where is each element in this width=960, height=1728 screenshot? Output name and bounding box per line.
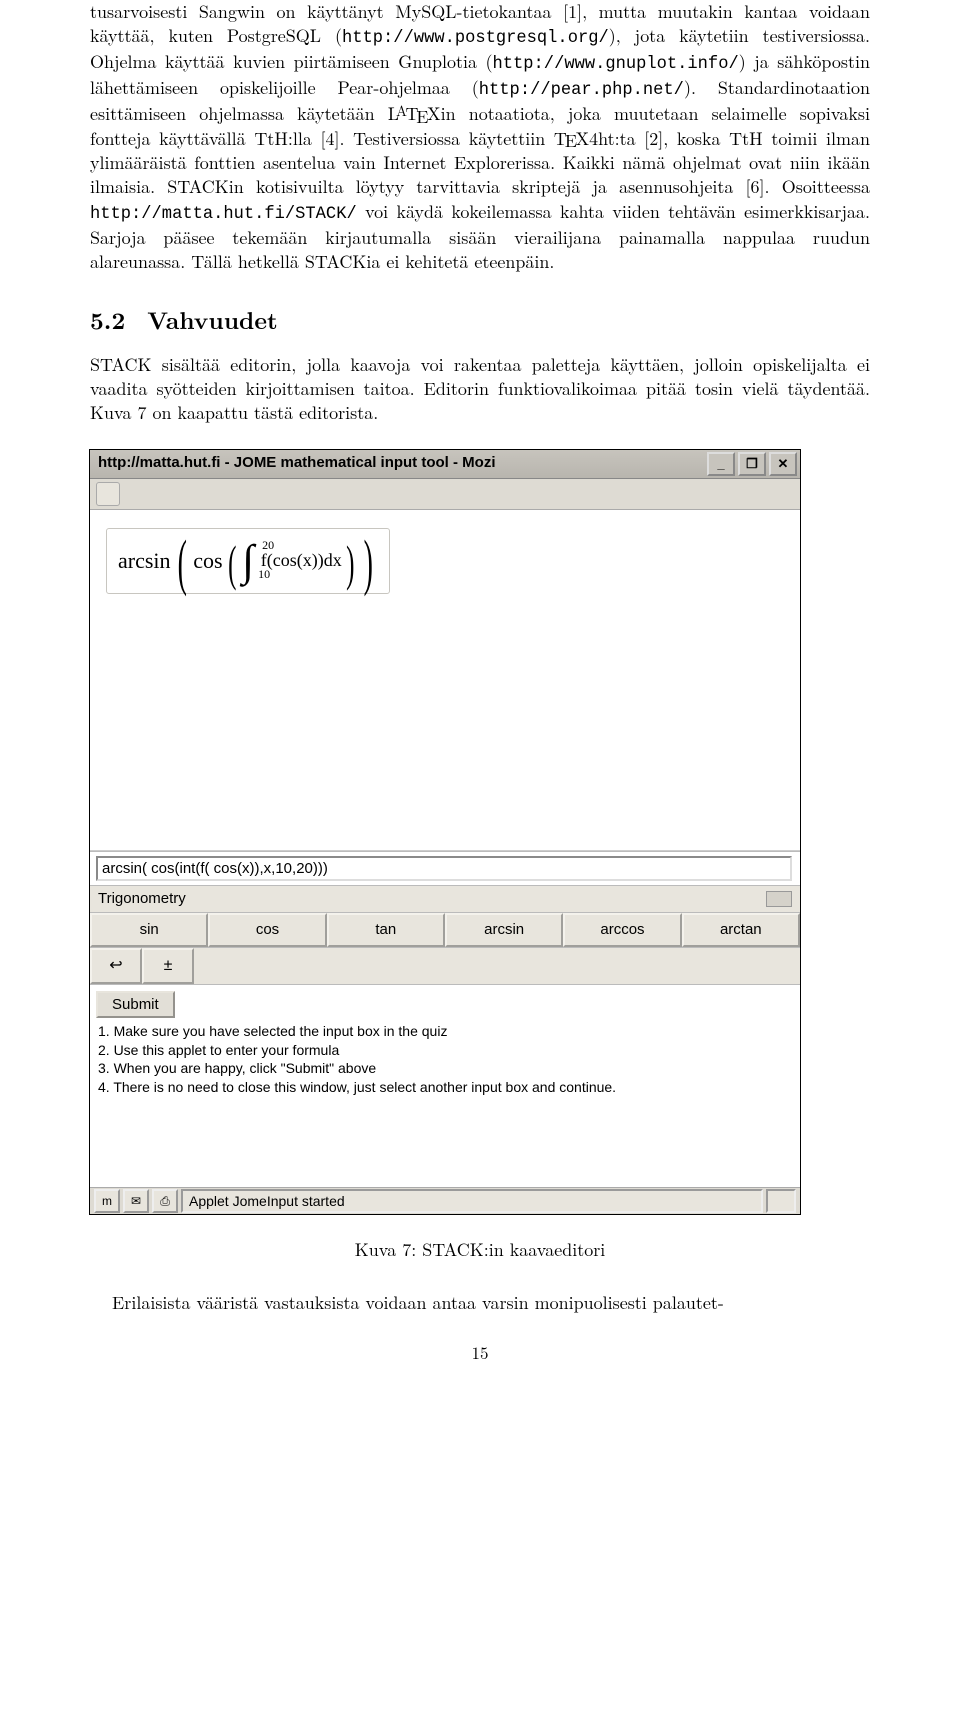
body-paragraph-2: STACK sisältää editorin, jolla kaavoja v…: [90, 353, 870, 426]
instructions: 1. Make sure you have selected the input…: [90, 1020, 800, 1188]
section-number: 5.2: [90, 303, 125, 337]
fn-sin-button[interactable]: sin: [90, 913, 208, 947]
formula-input[interactable]: [96, 856, 792, 881]
toolbar: [90, 479, 800, 510]
restore-icon[interactable]: ❐: [738, 452, 766, 476]
fn-arctan-button[interactable]: arctan: [682, 913, 800, 947]
fn-arcsin-button[interactable]: arcsin: [445, 913, 563, 947]
url-postgres: http://www.postgresql.org/: [342, 29, 609, 48]
status-icon-3[interactable]: ⎙: [152, 1189, 178, 1213]
page-number: 15: [90, 1341, 870, 1364]
submit-row: Submit: [90, 984, 800, 1020]
section-heading: 5.2 Vahvuudet: [90, 304, 870, 336]
status-text: Applet JomeInput started: [181, 1189, 763, 1213]
titlebar: http://matta.hut.fi - JOME mathematical …: [90, 450, 800, 479]
close-icon[interactable]: ✕: [769, 452, 797, 476]
math-preview-area: arcsin ( cos ( 20 ∫ 10 f(cos(x))dx ) ): [90, 510, 800, 851]
instruction-2: 2. Use this applet to enter your formula: [98, 1041, 792, 1060]
fn-cos-button[interactable]: cos: [208, 913, 326, 947]
browser-window: http://matta.hut.fi - JOME mathematical …: [90, 450, 800, 1215]
window-title: http://matta.hut.fi - JOME mathematical …: [90, 453, 504, 473]
enter-symbol-button[interactable]: ↩: [90, 948, 142, 984]
fn-tan-button[interactable]: tan: [327, 913, 445, 947]
dropdown-label: Trigonometry: [98, 889, 186, 909]
instruction-3: 3. When you are happy, click "Submit" ab…: [98, 1059, 792, 1078]
dropdown-arrow-icon[interactable]: [766, 891, 792, 907]
math-display-box: arcsin ( cos ( 20 ∫ 10 f(cos(x))dx ) ): [106, 528, 390, 594]
minimize-icon[interactable]: _: [707, 452, 735, 476]
latex-logo: LATEX: [388, 101, 441, 126]
symbol-button-row: ↩ ±: [90, 947, 800, 984]
instruction-1: 1. Make sure you have selected the input…: [98, 1022, 792, 1041]
fn-arccos-button[interactable]: arccos: [563, 913, 681, 947]
category-dropdown[interactable]: Trigonometry: [90, 885, 800, 912]
url-stack: http://matta.hut.fi/STACK/: [90, 205, 357, 224]
formula-input-row: [90, 851, 800, 885]
plusminus-symbol-button[interactable]: ±: [142, 948, 194, 984]
figure-caption: Kuva 7: STACK:in kaavaeditori: [90, 1238, 870, 1262]
function-button-row: sin cos tan arcsin arccos arctan: [90, 912, 800, 947]
instruction-4: 4. There is no need to close this window…: [98, 1078, 792, 1097]
url-gnuplot: http://www.gnuplot.info/: [493, 55, 739, 74]
status-icon-2[interactable]: ✉: [123, 1189, 149, 1213]
status-grip-icon: [766, 1189, 796, 1213]
submit-button[interactable]: Submit: [96, 991, 175, 1018]
statusbar: m ✉ ⎙ Applet JomeInput started: [90, 1187, 800, 1214]
url-pear: http://pear.php.net/: [479, 81, 684, 100]
figure-7: http://matta.hut.fi - JOME mathematical …: [90, 450, 870, 1215]
section-title: Vahvuudet: [147, 303, 278, 337]
status-icon-1[interactable]: m: [94, 1189, 120, 1213]
toolbar-icon[interactable]: [96, 482, 120, 506]
body-paragraph-3: Erilaisista vääristä vastauksista voidaa…: [90, 1291, 870, 1315]
body-paragraph-1: tusarvoisesti Sangwin on käyttänyt MySQL…: [90, 0, 870, 274]
tex4ht-logo: TEX4ht: [554, 126, 615, 151]
